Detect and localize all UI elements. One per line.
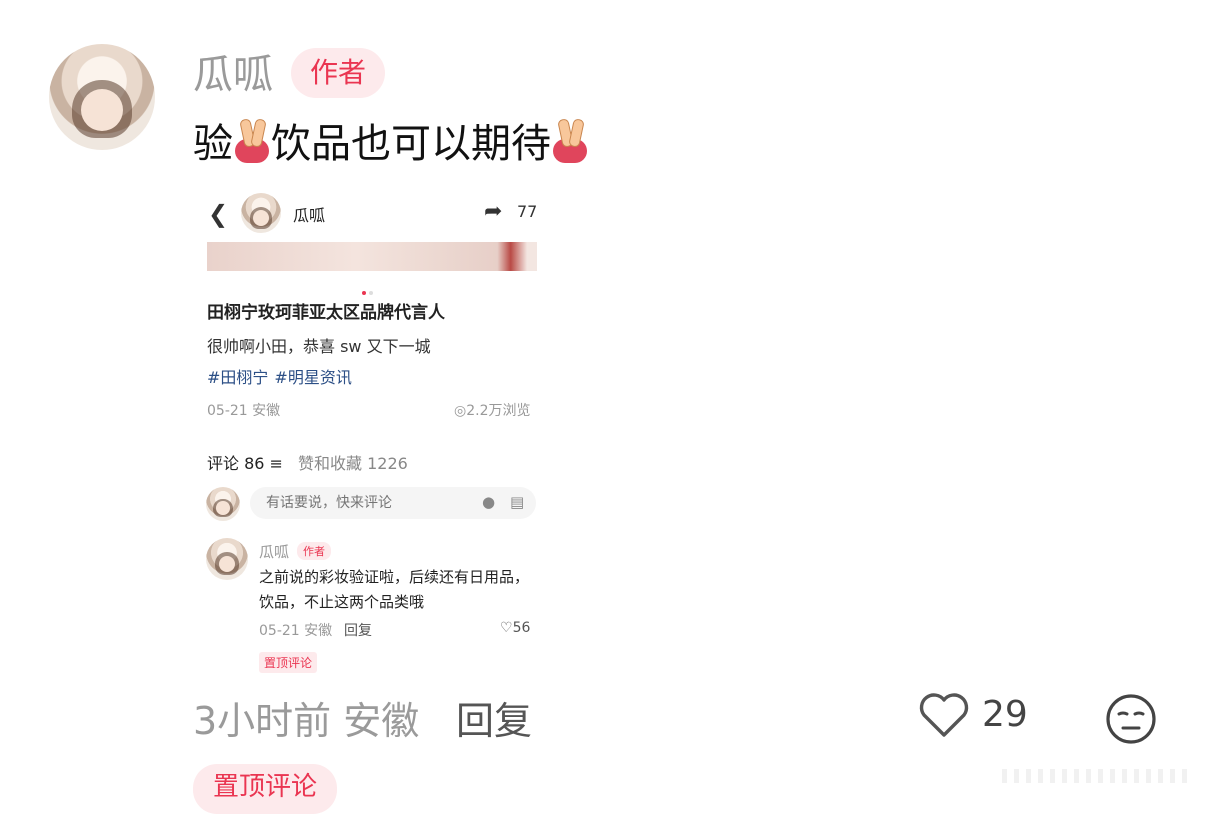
like-heart-icon[interactable] [918,691,970,743]
embedded-post-image [207,242,537,271]
pinned-comment-label: 置顶评论 [193,764,338,814]
embedded-tag: #明星资讯 [274,368,352,387]
comment-attached-screenshot[interactable]: ❮ 瓜呱 ➦ 77 田栩宁玫珂菲亚太区品牌代言人 很帅啊小田，恭喜 sw 又下一… [190,182,555,673]
embedded-my-avatar [206,487,240,521]
comment-text-part1: 验 [193,121,233,167]
like-count: 29 [982,694,1028,735]
comment-time-location: 3小时前 安徽 [193,699,420,743]
comment-text-part2: 饮品也可以期待 [271,121,551,167]
comment-text: 验饮品也可以期待 [193,116,589,172]
embedded-comment-reply: 回复 [344,623,372,639]
embedded-comment-likes: ♡56 [500,620,531,636]
dislike-face-icon[interactable] [1105,693,1157,749]
eye-icon: ◎ [454,403,467,419]
embedded-post-body: 很帅啊小田，恭喜 sw 又下一城 [207,337,431,356]
victory-hand-emoji [551,117,589,163]
embedded-comment-name: 瓜呱 [259,543,290,561]
embedded-post-tags: #田栩宁 #明星资讯 [207,364,358,388]
embedded-comment-time: 05-21 安徽 [259,623,333,639]
commenter-avatar[interactable] [49,44,155,150]
commenter-username[interactable]: 瓜呱 [193,50,273,100]
embedded-author-avatar [241,193,281,233]
embedded-author-badge: 作者 [297,542,331,560]
carousel-dots [362,280,376,299]
image-icon: ▤ [510,493,525,511]
embedded-pinned-label: 置顶评论 [259,652,318,673]
embedded-comment-avatar [206,538,248,580]
victory-hand-emoji [233,117,271,163]
embedded-comments-count: 评论 86 ≡ [207,454,283,473]
heart-icon: ♡ [500,620,513,636]
sort-icon: ≡ [264,454,283,473]
reply-button[interactable]: 回复 [456,690,532,745]
embedded-post-title: 田栩宁玫珂菲亚太区品牌代言人 [207,303,445,323]
watermark-bars [1002,768,1197,783]
microphone-icon: ● [482,493,496,511]
embedded-post-views: ◎2.2万浏览 [454,403,531,419]
back-arrow-icon: ❮ [208,200,229,228]
embedded-comment-text: 之前说的彩妆验证啦，后续还有日用品，饮品，不止这两个品类哦 [259,568,530,611]
embedded-author-name: 瓜呱 [293,206,326,225]
share-icon: ➦ [484,199,503,224]
author-badge: 作者 [291,48,385,98]
embedded-tag: #田栩宁 [207,368,269,387]
embedded-post-date-location: 05-21 安徽 [207,403,281,419]
embedded-share-count: 77 [517,202,538,221]
embedded-likes-favorites: 赞和收藏 1226 [298,454,408,473]
